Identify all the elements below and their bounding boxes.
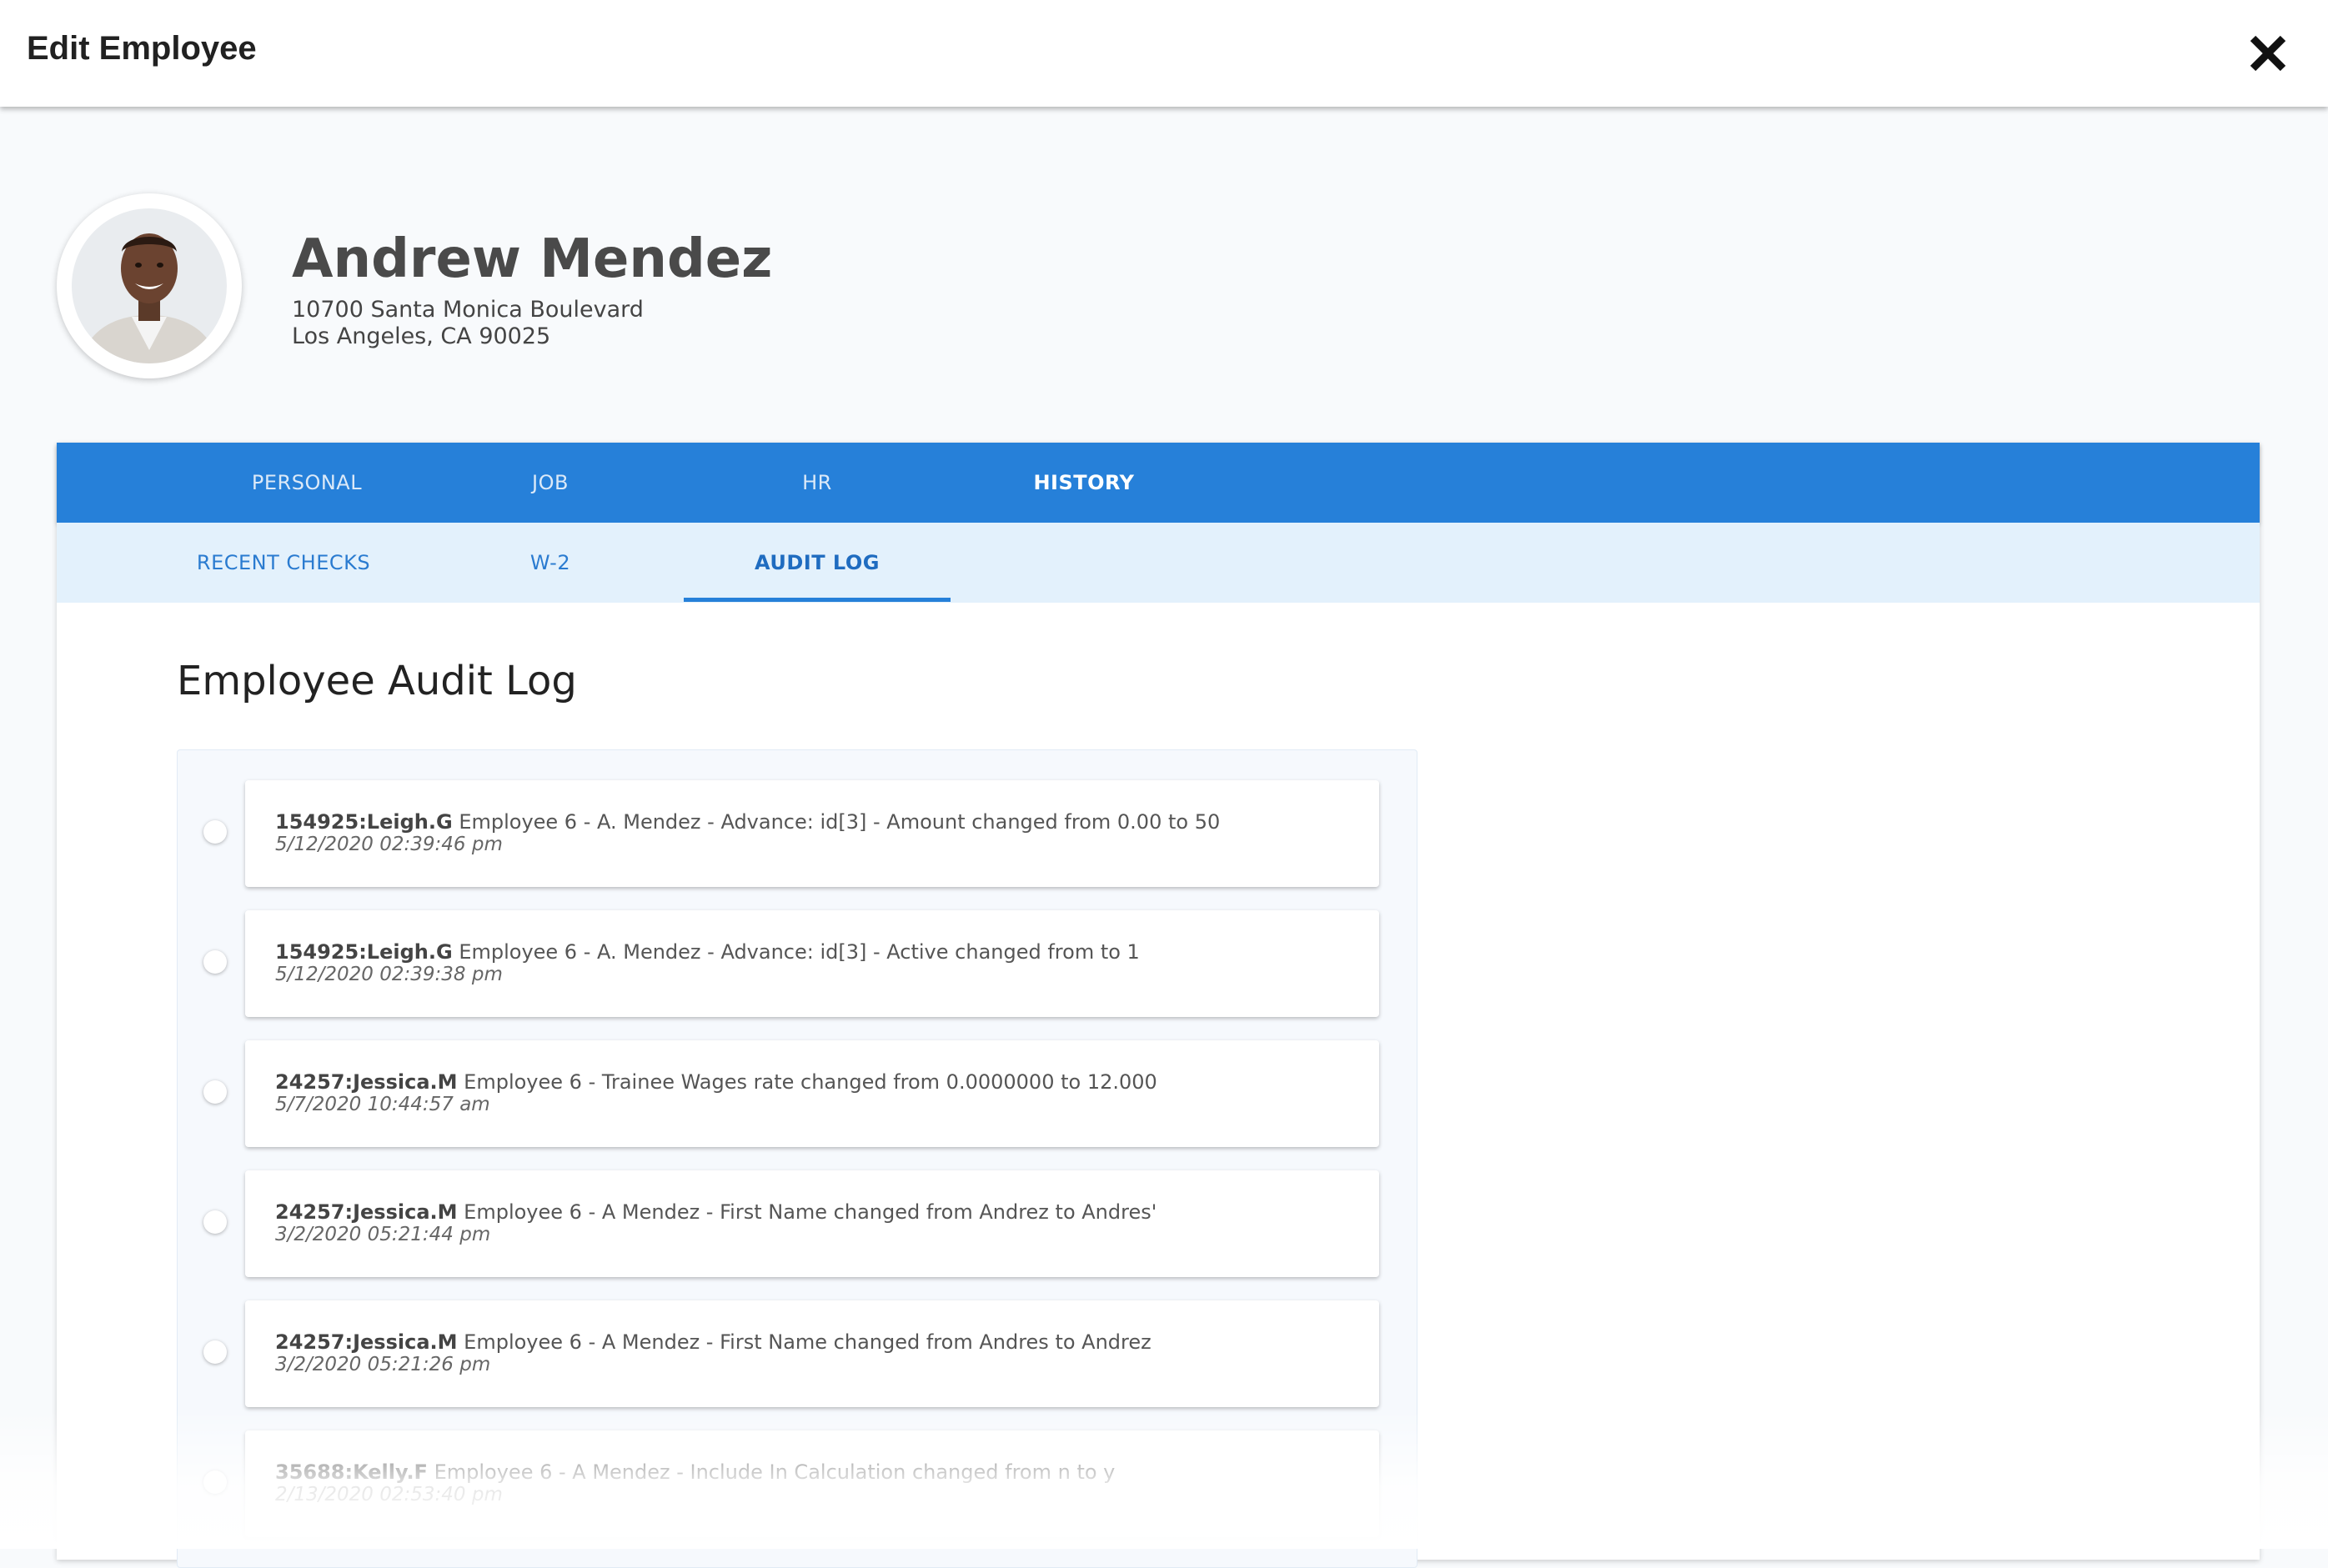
audit-entry-card: 154925:Leigh.G Employee 6 - A. Mendez - … [245, 910, 1379, 1017]
audit-entry-card: 35688:Kelly.F Employee 6 - A Mendez - In… [245, 1430, 1379, 1537]
entry-message: Employee 6 - Trainee Wages rate changed … [464, 1070, 1157, 1094]
audit-entry-card: 24257:Jessica.M Employee 6 - Trainee Wag… [245, 1040, 1379, 1147]
tab-hr[interactable]: HR [684, 443, 951, 523]
timeline-dot [203, 950, 227, 974]
entry-message: Employee 6 - A Mendez - Include In Calcu… [434, 1460, 1116, 1484]
timeline-entry: 24257:Jessica.M Employee 6 - A Mendez - … [178, 1300, 1417, 1407]
entry-message: Employee 6 - A. Mendez - Advance: id[3] … [459, 940, 1140, 964]
audit-timeline[interactable]: 154925:Leigh.G Employee 6 - A. Mendez - … [177, 749, 1417, 1568]
timeline-dot [203, 1340, 227, 1364]
address-line-2: Los Angeles, CA 90025 [292, 323, 551, 349]
entry-date: 5/12/2020 02:39:38 pm [275, 964, 503, 985]
employee-name: Andrew Mendez [292, 228, 773, 290]
entry-user: 154925:Leigh.G [275, 940, 453, 964]
entry-date: 5/12/2020 02:39:46 pm [275, 834, 503, 855]
employee-detail-card: PERSONAL JOB HR HISTORY RECENT CHECKS W-… [57, 443, 2260, 1568]
entry-date: 3/2/2020 05:21:44 pm [275, 1224, 491, 1245]
dialog-header: Edit Employee [0, 0, 2328, 107]
avatar [57, 193, 242, 378]
timeline-dot [203, 1210, 227, 1234]
entry-message: Employee 6 - A Mendez - First Name chang… [464, 1200, 1157, 1224]
timeline-dot [203, 820, 227, 844]
employee-photo [72, 208, 227, 363]
dialog-title: Edit Employee [27, 30, 257, 67]
entry-date: 3/2/2020 05:21:26 pm [275, 1354, 491, 1375]
address-line-1: 10700 Santa Monica Boulevard [292, 297, 644, 323]
timeline-entry: 24257:Jessica.M Employee 6 - A Mendez - … [178, 1170, 1417, 1277]
tab-audit-log[interactable]: AUDIT LOG [684, 523, 951, 603]
tab-job[interactable]: JOB [417, 443, 684, 523]
timeline-dot [203, 1080, 227, 1104]
audit-entry-card: 154925:Leigh.G Employee 6 - A. Mendez - … [245, 780, 1379, 887]
entry-user: 24257:Jessica.M [275, 1330, 458, 1354]
audit-entry-card: 24257:Jessica.M Employee 6 - A Mendez - … [245, 1170, 1379, 1277]
tab-personal[interactable]: PERSONAL [173, 443, 440, 523]
audit-entry-card: 24257:Jessica.M Employee 6 - A Mendez - … [245, 1300, 1379, 1407]
tab-history[interactable]: HISTORY [951, 443, 1217, 523]
main-tab-bar: PERSONAL JOB HR HISTORY [57, 443, 2260, 523]
tab-recent-checks[interactable]: RECENT CHECKS [150, 523, 417, 603]
close-icon[interactable] [2241, 27, 2295, 80]
section-title: Employee Audit Log [177, 658, 577, 704]
entry-user: 35688:Kelly.F [275, 1460, 428, 1484]
timeline-entry: 35688:Kelly.F Employee 6 - A Mendez - In… [178, 1430, 1417, 1537]
entry-user: 24257:Jessica.M [275, 1200, 458, 1224]
tab-w2[interactable]: W-2 [417, 523, 684, 603]
entry-date: 2/13/2020 02:53:40 pm [275, 1484, 503, 1505]
entry-user: 24257:Jessica.M [275, 1070, 458, 1094]
timeline-entry: 154925:Leigh.G Employee 6 - A. Mendez - … [178, 910, 1417, 1017]
sub-tab-bar: RECENT CHECKS W-2 AUDIT LOG [57, 523, 2260, 603]
timeline-entry: 24257:Jessica.M Employee 6 - Trainee Wag… [178, 1040, 1417, 1147]
entry-date: 5/7/2020 10:44:57 am [275, 1094, 490, 1115]
entry-user: 154925:Leigh.G [275, 810, 453, 834]
timeline-entry: 154925:Leigh.G Employee 6 - A. Mendez - … [178, 780, 1417, 887]
entry-message: Employee 6 - A. Mendez - Advance: id[3] … [459, 810, 1221, 834]
entry-message: Employee 6 - A Mendez - First Name chang… [464, 1330, 1151, 1354]
active-tab-indicator [684, 598, 951, 602]
timeline-dot [203, 1470, 227, 1494]
